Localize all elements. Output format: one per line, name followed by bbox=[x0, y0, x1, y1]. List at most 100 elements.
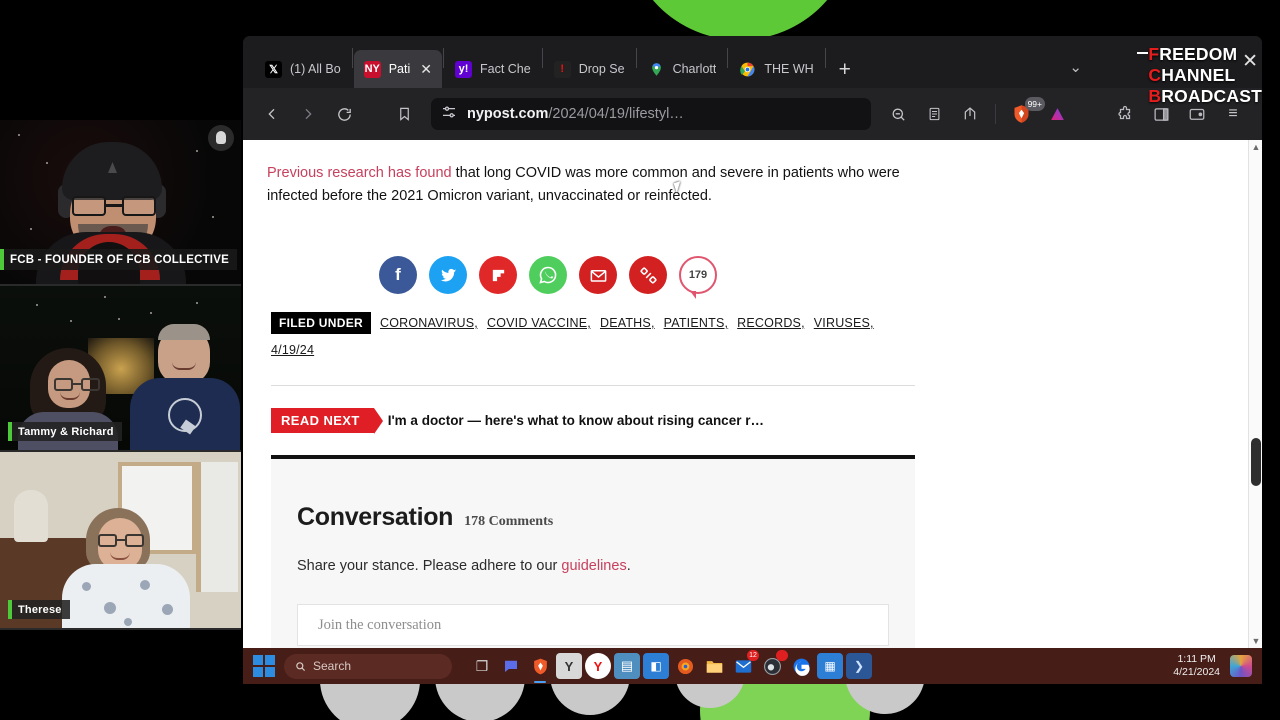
filed-under-row: FILED UNDER CORONAVIRUS, COVID VACCINE, … bbox=[271, 312, 919, 357]
webcam-label-text: Therese bbox=[18, 603, 62, 616]
filed-under-label: FILED UNDER bbox=[271, 312, 371, 334]
webcam-name-tag: Therese bbox=[8, 600, 70, 619]
task-view-icon[interactable]: ❐ bbox=[469, 653, 495, 679]
chat-icon[interactable] bbox=[498, 653, 524, 679]
nypost-icon: NY bbox=[363, 60, 381, 78]
store-icon[interactable]: ▦ bbox=[817, 653, 843, 679]
drop-icon: ! bbox=[553, 60, 571, 78]
article-inline-link[interactable]: Previous research has found bbox=[267, 165, 452, 181]
guidelines-link[interactable]: guidelines bbox=[561, 558, 626, 574]
tab-charlotte-maps[interactable]: Charlott bbox=[638, 50, 727, 88]
webcam-panel-fcb[interactable]: FCB - FOUNDER OF FCB COLLECTIVE bbox=[0, 120, 241, 286]
scroll-up-arrow-icon[interactable]: ▲ bbox=[1249, 140, 1262, 154]
taskbar-clock[interactable]: 1:11 PM 4/21/2024 bbox=[1173, 653, 1220, 679]
page-scrollbar[interactable]: ▲ ▼ bbox=[1248, 140, 1262, 648]
reload-button[interactable] bbox=[329, 99, 359, 129]
whatsapp-share-button[interactable] bbox=[529, 256, 567, 294]
scroll-down-arrow-icon[interactable]: ▼ bbox=[1249, 634, 1262, 648]
webcam-panel-column: FCB - FOUNDER OF FCB COLLECTIVE Tammy & … bbox=[0, 120, 241, 630]
tab-separator bbox=[443, 47, 444, 68]
scrollbar-thumb[interactable] bbox=[1251, 438, 1261, 486]
filed-under-tag[interactable]: DEATHS, bbox=[600, 316, 655, 330]
new-tab-button[interactable]: + bbox=[827, 59, 863, 88]
read-next-label: READ NEXT bbox=[271, 408, 383, 434]
brave-browser-icon[interactable] bbox=[527, 653, 553, 683]
person-hair bbox=[158, 324, 210, 340]
obs-badge bbox=[776, 650, 788, 661]
brave-shields-button[interactable]: 99+ bbox=[1006, 97, 1045, 126]
brave-wallet-button[interactable] bbox=[1182, 99, 1212, 129]
site-settings-icon[interactable] bbox=[441, 104, 457, 125]
filed-under-tag[interactable]: COVID VACCINE, bbox=[487, 316, 591, 330]
browser-window: 𝕏 (1) All Bo NY Pati ✕ y! Fact Che ! Dro… bbox=[243, 36, 1262, 648]
article-body: Previous research has found that long CO… bbox=[243, 140, 943, 648]
filed-under-tag[interactable]: VIRUSES, bbox=[814, 316, 874, 330]
window-close-icon[interactable]: ✕ bbox=[1242, 52, 1258, 71]
brave-leo-button[interactable] bbox=[1042, 99, 1072, 129]
tab-separator bbox=[635, 47, 637, 68]
glasses-icon bbox=[98, 534, 144, 547]
tab-search-chevron-icon[interactable]: ⌄ bbox=[1069, 58, 1082, 76]
comment-count-bubble[interactable]: 179 bbox=[679, 256, 717, 299]
forward-button[interactable] bbox=[293, 99, 323, 129]
taskbar-search-box[interactable]: Search bbox=[284, 653, 452, 679]
glasses-icon bbox=[72, 196, 156, 216]
filed-under-tag[interactable]: CORONAVIRUS, bbox=[380, 316, 478, 330]
copy-link-button[interactable] bbox=[629, 256, 667, 294]
comment-input[interactable]: Join the conversation bbox=[297, 604, 889, 646]
tab-the-white-house[interactable]: THE WH bbox=[729, 50, 823, 88]
file-explorer-icon[interactable] bbox=[701, 653, 727, 679]
webcam-name-tag: Tammy & Richard bbox=[8, 422, 122, 441]
bookmark-button[interactable] bbox=[389, 99, 419, 129]
tab-close-icon[interactable]: ✕ bbox=[420, 62, 432, 76]
filed-under-date[interactable]: 4/19/24 bbox=[271, 343, 314, 357]
address-bar[interactable]: nypost.com/2024/04/19/lifestyl… bbox=[431, 98, 871, 130]
mail-icon[interactable]: 12 bbox=[730, 650, 759, 679]
firefox-icon[interactable] bbox=[672, 653, 698, 679]
conversation-subtext-period: . bbox=[626, 558, 631, 574]
tab-all-bookmarks[interactable]: 𝕏 (1) All Bo bbox=[255, 50, 351, 88]
zoom-out-button[interactable] bbox=[883, 99, 913, 129]
email-share-button[interactable] bbox=[579, 256, 617, 294]
conversation-section: Conversation 178 Comments Share your sta… bbox=[271, 459, 915, 648]
tab-label: Pati bbox=[388, 62, 411, 76]
extensions-button[interactable] bbox=[1110, 99, 1140, 129]
webcam-panel-therese[interactable]: Therese bbox=[0, 452, 241, 630]
back-button[interactable] bbox=[257, 99, 287, 129]
read-next-title[interactable]: I'm a doctor — here's what to know about… bbox=[388, 413, 764, 428]
filed-under-tag[interactable]: RECORDS, bbox=[737, 316, 805, 330]
tab-nypost-patients[interactable]: NY Pati ✕ bbox=[353, 50, 442, 88]
calculator-icon[interactable]: ▤ bbox=[614, 653, 640, 679]
sidebar-button[interactable] bbox=[1146, 99, 1176, 129]
photos-icon[interactable]: ◧ bbox=[643, 653, 669, 679]
system-tray: 1:11 PM 4/21/2024 bbox=[1173, 653, 1262, 679]
browser-menu-button[interactable]: ≡ bbox=[1218, 99, 1248, 129]
running-indicator bbox=[534, 680, 546, 683]
twitter-share-button[interactable] bbox=[429, 256, 467, 294]
notification-icon[interactable] bbox=[1230, 655, 1252, 677]
share-button[interactable] bbox=[955, 99, 985, 129]
shirt-logo bbox=[168, 398, 202, 432]
page-viewport: Previous research has found that long CO… bbox=[243, 140, 1262, 648]
read-next-row[interactable]: READ NEXT I'm a doctor — here's what to … bbox=[271, 408, 919, 434]
yandex-icon[interactable]: Y bbox=[556, 653, 582, 679]
reader-mode-button[interactable] bbox=[919, 99, 949, 129]
webcam-label-text: FCB - FOUNDER OF FCB COLLECTIVE bbox=[10, 253, 229, 266]
conversation-subtext: Share your stance. Please adhere to our … bbox=[297, 558, 889, 574]
tab-fact-check[interactable]: y! Fact Che bbox=[445, 50, 541, 88]
taskbar-search-placeholder: Search bbox=[313, 659, 352, 673]
tab-separator bbox=[351, 47, 353, 68]
webcam-panel-tammy-richard[interactable]: Tammy & Richard bbox=[0, 286, 241, 452]
tab-drop-search[interactable]: ! Drop Se bbox=[544, 50, 635, 88]
obs-icon[interactable] bbox=[759, 650, 788, 679]
chrome-icon bbox=[739, 61, 756, 78]
terminal-icon[interactable]: ❯ bbox=[846, 653, 872, 679]
gdrive-icon[interactable] bbox=[788, 653, 814, 679]
yandex-browser-icon[interactable]: Y bbox=[585, 653, 611, 679]
conversation-comment-count: 178 Comments bbox=[464, 514, 554, 529]
start-button[interactable] bbox=[253, 655, 275, 677]
webcam-name-tag: FCB - FOUNDER OF FCB COLLECTIVE bbox=[0, 249, 237, 270]
facebook-share-button[interactable]: f bbox=[379, 256, 417, 294]
filed-under-tag[interactable]: PATIENTS, bbox=[664, 316, 729, 330]
flipboard-share-button[interactable] bbox=[479, 256, 517, 294]
